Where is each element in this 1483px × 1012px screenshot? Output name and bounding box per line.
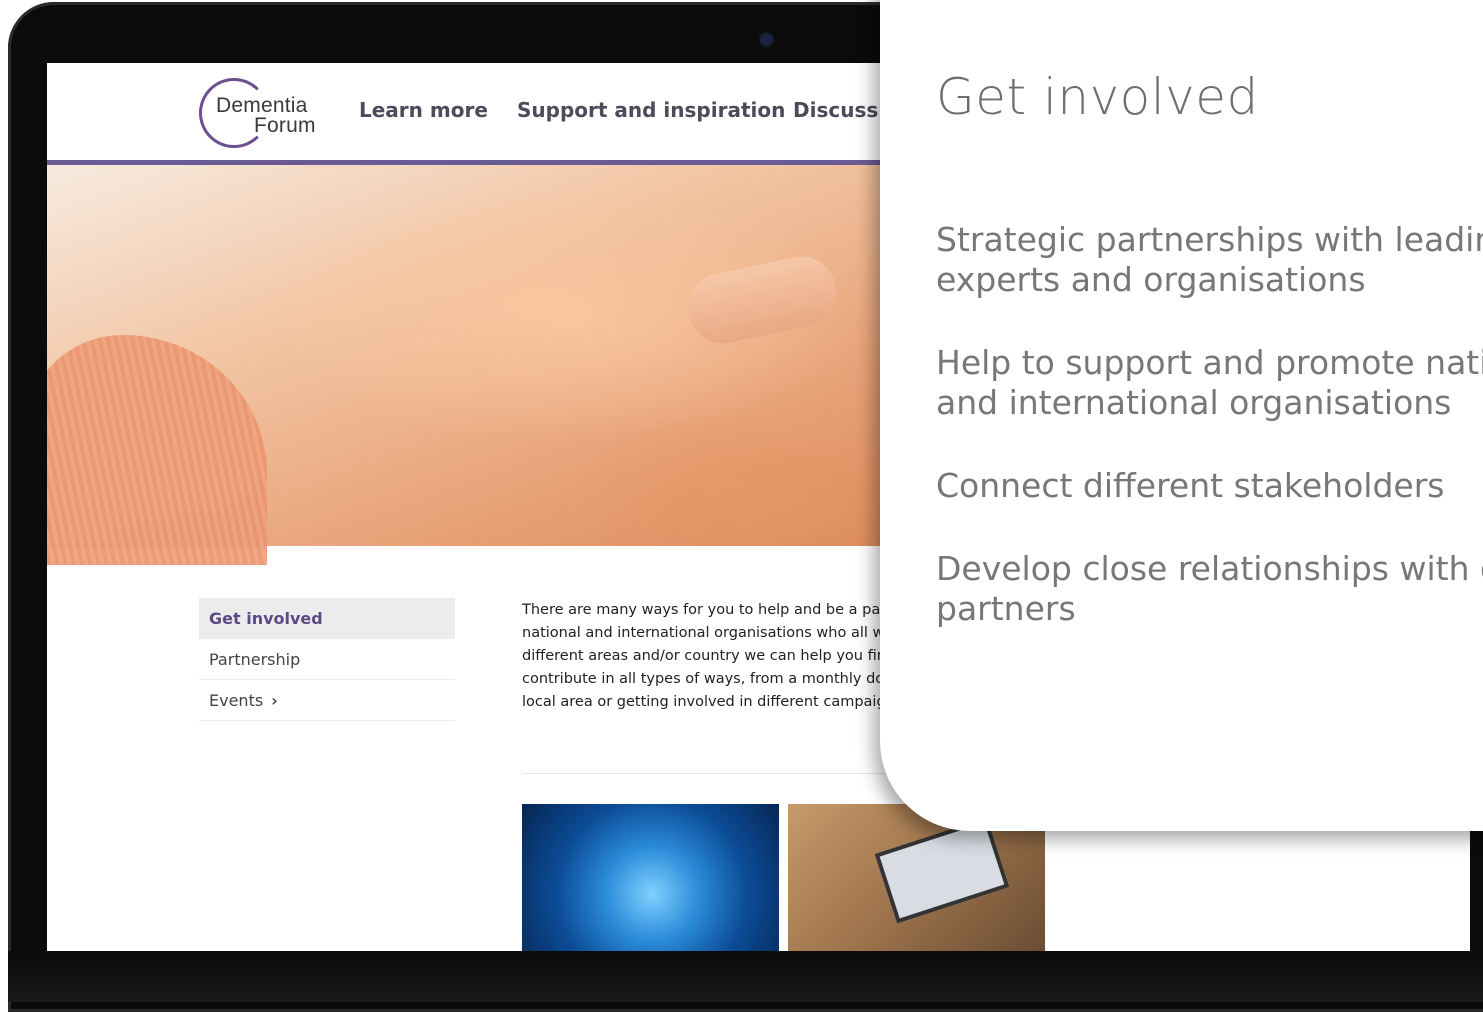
sidebar-item-get-involved[interactable]: Get involved [199,598,455,639]
logo-text-forum: Forum [254,114,316,137]
intro-line: contribute in all types of ways, from a … [522,671,894,687]
sidebar-item-events[interactable]: Events › [199,680,455,721]
globe-image[interactable] [522,804,779,951]
card-point-line: Strategic partnerships with leading [936,220,1483,259]
card-point-3: Connect different stakeholders [936,466,1444,506]
intro-line: different areas and/or country we can he… [522,648,896,664]
nav-learn-more[interactable]: Learn more [359,98,488,122]
nav-discuss[interactable]: Discuss [793,98,878,122]
card-point-1: Strategic partnerships with leading expe… [936,220,1483,300]
intro-line: national and international organisations… [522,625,894,641]
hero-sleeve [47,335,267,565]
chevron-right-icon: › [271,691,278,710]
card-point-line: and international organisations [936,383,1452,422]
card-point-line: Help to support and promote nation [936,343,1483,382]
intro-text: There are many ways for you to help and … [522,599,942,714]
card-point-2: Help to support and promote nation and i… [936,343,1483,423]
camera-icon [760,33,773,46]
sidebar-item-label: Get involved [209,609,323,628]
intro-line: There are many ways for you to help and … [522,602,892,618]
card-point-4: Develop close relationships with our par… [936,549,1483,629]
hero-thumb [681,250,843,350]
sidebar-nav: Get involved Partnership Events › [199,598,455,721]
laptop-bottom-bezel [8,951,1483,1002]
laptop-icon [874,817,1010,924]
card-point-line: partners [936,589,1076,628]
card-point-line: experts and organisations [936,260,1366,299]
card-point-line: Develop close relationships with our [936,549,1483,588]
sidebar-item-label: Partnership [209,650,301,669]
card-title: Get involved [936,68,1259,126]
dementia-forum-logo[interactable]: Dementia Forum [199,77,329,148]
sidebar-item-partnership[interactable]: Partnership [199,639,455,680]
card-point-line: Connect different stakeholders [936,466,1445,505]
sidebar-item-label: Events [209,691,264,710]
nav-support-inspiration[interactable]: Support and inspiration [517,98,785,122]
intro-line: local area or getting involved in differ… [522,694,895,710]
